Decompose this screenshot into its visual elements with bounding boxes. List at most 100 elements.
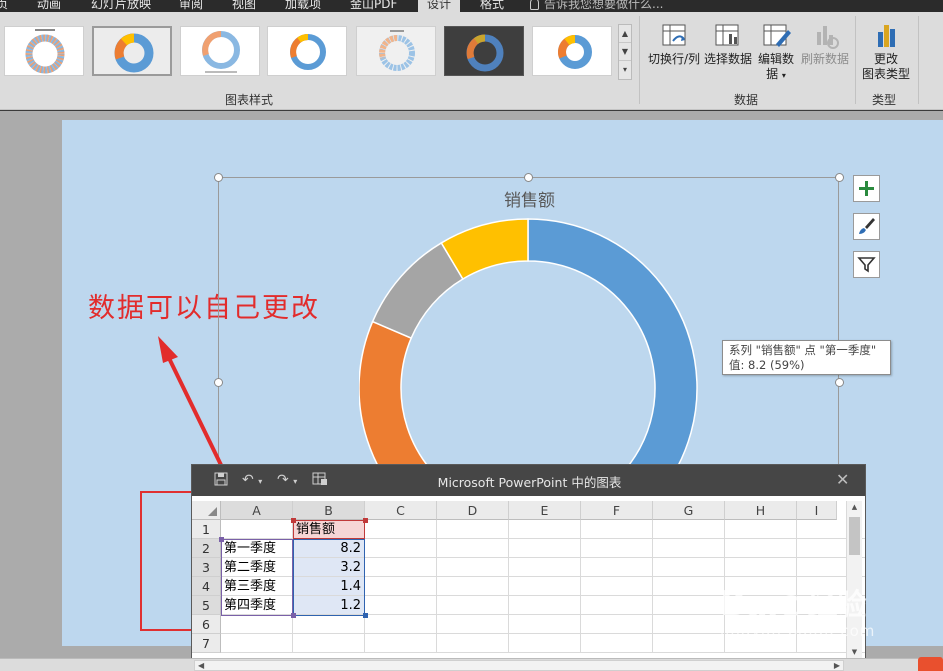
empty-cell[interactable] <box>581 577 653 596</box>
column-header-g[interactable]: G <box>653 501 725 520</box>
empty-cell[interactable] <box>365 539 437 558</box>
select-data-button[interactable]: 选择数据 <box>702 22 754 67</box>
empty-cell[interactable] <box>653 539 725 558</box>
tab-format[interactable]: 格式 <box>480 0 504 12</box>
change-chart-type-button[interactable]: 更改 图表类型 <box>858 22 914 82</box>
empty-cell[interactable] <box>437 520 509 539</box>
chart-styles-button[interactable] <box>853 213 880 240</box>
scroll-thumb[interactable] <box>849 517 860 555</box>
tab-addins[interactable]: 加载项 <box>285 0 321 12</box>
empty-cell[interactable] <box>221 634 293 653</box>
resize-handle-n[interactable] <box>524 173 533 182</box>
chart-object[interactable]: 销售额 系列 "销售额" 点 "第一季度" 值: 8.2 (59%) <box>218 177 891 518</box>
empty-cell[interactable] <box>365 520 437 539</box>
row-header-3[interactable]: 3 <box>192 558 221 577</box>
empty-cell[interactable] <box>581 634 653 653</box>
row-header-5[interactable]: 5 <box>192 596 221 615</box>
empty-cell[interactable] <box>581 558 653 577</box>
horizontal-scrollbar[interactable]: ◀ ▶ <box>194 660 844 671</box>
chart-data-titlebar[interactable]: ↶ ▾ ↷ ▾ Microsoft PowerPoint 中的图表 ✕ <box>192 465 865 496</box>
resize-handle-nw[interactable] <box>214 173 223 182</box>
range-handle[interactable] <box>363 518 368 523</box>
chart-style-4[interactable] <box>267 26 347 76</box>
empty-cell[interactable] <box>581 520 653 539</box>
select-all-corner[interactable] <box>192 501 221 520</box>
tab-animations[interactable]: 动画 <box>37 0 61 12</box>
chart-elements-button[interactable] <box>853 175 880 202</box>
column-header-f[interactable]: F <box>581 501 653 520</box>
empty-cell[interactable] <box>221 615 293 634</box>
tab-prev-partial[interactable]: 页 <box>0 0 8 12</box>
tab-wps-pdf[interactable]: 金山PDF <box>350 0 397 12</box>
refresh-data-button[interactable]: 刷新数据 <box>798 22 852 67</box>
tell-me-box[interactable]: 告诉我您想要做什么... <box>530 0 663 12</box>
empty-cell[interactable] <box>437 558 509 577</box>
empty-cell[interactable] <box>365 615 437 634</box>
row-header-2[interactable]: 2 <box>192 539 221 558</box>
resize-handle-e[interactable] <box>835 378 844 387</box>
cell-a1[interactable] <box>221 520 293 539</box>
row-header-1[interactable]: 1 <box>192 520 221 539</box>
empty-cell[interactable] <box>725 539 797 558</box>
empty-cell[interactable] <box>437 615 509 634</box>
range-handle[interactable] <box>219 537 224 542</box>
empty-cell[interactable] <box>293 634 365 653</box>
chart-style-7[interactable] <box>532 26 612 76</box>
empty-cell[interactable] <box>581 615 653 634</box>
tab-design[interactable]: 设计 <box>418 0 461 12</box>
empty-cell[interactable] <box>653 577 725 596</box>
column-header-c[interactable]: C <box>365 501 437 520</box>
empty-cell[interactable] <box>581 539 653 558</box>
empty-cell[interactable] <box>365 577 437 596</box>
row-header-4[interactable]: 4 <box>192 577 221 596</box>
empty-cell[interactable] <box>653 558 725 577</box>
row-header-7[interactable]: 7 <box>192 634 221 653</box>
empty-cell[interactable] <box>653 634 725 653</box>
column-header-e[interactable]: E <box>509 501 581 520</box>
empty-cell[interactable] <box>725 520 797 539</box>
empty-cell[interactable] <box>509 615 581 634</box>
empty-cell[interactable] <box>437 634 509 653</box>
edit-data-button[interactable]: 编辑数 据 ▾ <box>756 22 796 83</box>
empty-cell[interactable] <box>509 520 581 539</box>
column-header-b[interactable]: B <box>293 501 365 520</box>
empty-cell[interactable] <box>653 615 725 634</box>
empty-cell[interactable] <box>509 634 581 653</box>
empty-cell[interactable] <box>437 539 509 558</box>
empty-cell[interactable] <box>365 596 437 615</box>
gallery-scroll[interactable]: ▲ ▼ ▾ <box>618 24 632 80</box>
empty-cell[interactable] <box>653 596 725 615</box>
empty-cell[interactable] <box>509 577 581 596</box>
empty-cell[interactable] <box>581 596 653 615</box>
column-header-a[interactable]: A <box>221 501 293 520</box>
gallery-more-icon[interactable]: ▾ <box>619 61 631 79</box>
empty-cell[interactable] <box>509 596 581 615</box>
empty-cell[interactable] <box>293 615 365 634</box>
chart-style-1[interactable] <box>4 26 84 76</box>
switch-row-column-button[interactable]: 切换行/列 <box>646 22 702 67</box>
gallery-down-icon[interactable]: ▼ <box>619 43 631 61</box>
chart-style-6[interactable] <box>444 26 524 76</box>
resize-handle-w[interactable] <box>214 378 223 387</box>
scroll-up-icon[interactable]: ▲ <box>847 501 862 514</box>
empty-cell[interactable] <box>365 558 437 577</box>
range-handle[interactable] <box>291 613 296 618</box>
empty-cell[interactable] <box>437 596 509 615</box>
range-handle[interactable] <box>291 518 296 523</box>
column-header-i[interactable]: I <box>797 501 837 520</box>
empty-cell[interactable] <box>653 520 725 539</box>
chart-style-3[interactable] <box>180 26 260 76</box>
close-icon[interactable]: ✕ <box>836 470 849 489</box>
chart-filters-button[interactable] <box>853 251 880 278</box>
tab-review[interactable]: 审阅 <box>179 0 203 12</box>
empty-cell[interactable] <box>509 558 581 577</box>
range-handle[interactable] <box>363 613 368 618</box>
empty-cell[interactable] <box>365 634 437 653</box>
row-header-6[interactable]: 6 <box>192 615 221 634</box>
empty-cell[interactable] <box>725 558 797 577</box>
tab-view[interactable]: 视图 <box>232 0 256 12</box>
column-header-d[interactable]: D <box>437 501 509 520</box>
chart-style-2[interactable] <box>92 26 172 76</box>
chart-style-5[interactable] <box>356 26 436 76</box>
resize-handle-ne[interactable] <box>835 173 844 182</box>
